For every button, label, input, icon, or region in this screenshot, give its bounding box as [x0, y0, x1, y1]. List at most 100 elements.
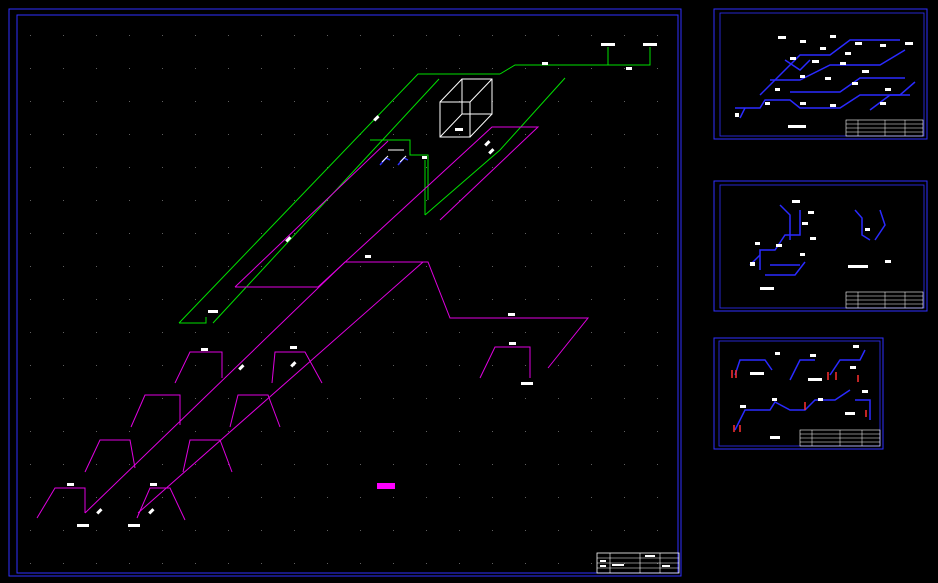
grid-dot — [492, 134, 493, 135]
grid-dot — [459, 35, 460, 36]
grid-dot — [558, 35, 559, 36]
grid-dot — [558, 332, 559, 333]
grid-dot — [360, 266, 361, 267]
grid-dot — [459, 68, 460, 69]
grid-dot — [624, 464, 625, 465]
grid-dot — [525, 134, 526, 135]
grid-dot — [129, 35, 130, 36]
grid-dot — [492, 398, 493, 399]
grid-dot — [195, 431, 196, 432]
grid-dot — [129, 365, 130, 366]
grid-dot — [195, 398, 196, 399]
grid-dot — [195, 68, 196, 69]
grid-dot — [393, 68, 394, 69]
grid-dot — [195, 299, 196, 300]
grid-dot — [525, 365, 526, 366]
grid-dot — [129, 332, 130, 333]
grid-dot — [195, 134, 196, 135]
grid-dot — [624, 497, 625, 498]
grid-dot — [129, 167, 130, 168]
grid-dot — [426, 233, 427, 234]
grid-dot — [228, 563, 229, 564]
grid-dot — [426, 134, 427, 135]
grid-dot — [261, 497, 262, 498]
grid-dot — [261, 35, 262, 36]
grid-dot — [558, 200, 559, 201]
grid-dot — [393, 167, 394, 168]
grid-dot — [96, 464, 97, 465]
grid-dot — [228, 35, 229, 36]
grid-dot — [327, 464, 328, 465]
grid-dot — [657, 299, 658, 300]
grid-dot — [195, 365, 196, 366]
grid-dot — [426, 101, 427, 102]
grid-dot — [195, 35, 196, 36]
grid-dot — [96, 266, 97, 267]
grid-dot — [162, 398, 163, 399]
grid-dot — [30, 167, 31, 168]
grid-dot — [129, 398, 130, 399]
grid-dot — [63, 299, 64, 300]
cad-model-space[interactable] — [0, 0, 938, 583]
grid-dot — [591, 464, 592, 465]
grid-dot — [393, 35, 394, 36]
grid-dot — [63, 563, 64, 564]
grid-dot — [30, 332, 31, 333]
grid-dot — [228, 233, 229, 234]
grid-dot — [63, 68, 64, 69]
pipe-label-tag — [643, 43, 657, 46]
grid-dot — [558, 398, 559, 399]
grid-dot — [63, 464, 64, 465]
drawing-title-tag — [377, 483, 395, 489]
grid-dot — [393, 233, 394, 234]
grid-dot — [96, 398, 97, 399]
grid-dot — [261, 167, 262, 168]
grid-dot — [195, 464, 196, 465]
grid-dot — [492, 431, 493, 432]
grid-dot — [96, 431, 97, 432]
grid-dot — [393, 497, 394, 498]
grid-dot — [360, 101, 361, 102]
grid-dot — [327, 365, 328, 366]
grid-dot — [525, 398, 526, 399]
grid-dot — [558, 365, 559, 366]
grid-dot — [624, 167, 625, 168]
grid-dot — [558, 563, 559, 564]
grid-dot — [492, 530, 493, 531]
grid-dot — [624, 68, 625, 69]
grid-dot — [63, 200, 64, 201]
grid-dot — [294, 530, 295, 531]
grid-dot — [30, 68, 31, 69]
grid-dot — [459, 233, 460, 234]
grid-dot — [327, 431, 328, 432]
grid-dot — [129, 299, 130, 300]
grid-dot — [162, 530, 163, 531]
grid-dot — [591, 431, 592, 432]
grid-dot — [657, 530, 658, 531]
grid-dot — [558, 464, 559, 465]
grid-dot — [558, 431, 559, 432]
grid-dot — [360, 233, 361, 234]
grid-dot — [30, 563, 31, 564]
grid-dot — [591, 332, 592, 333]
grid-dot — [63, 167, 64, 168]
grid-dot — [162, 365, 163, 366]
grid-dot — [327, 497, 328, 498]
grid-dot — [360, 365, 361, 366]
grid-dot — [657, 134, 658, 135]
grid-dot — [294, 233, 295, 234]
grid-dot — [657, 332, 658, 333]
grid-dot — [426, 332, 427, 333]
grid-dot — [96, 530, 97, 531]
grid-dot — [162, 299, 163, 300]
grid-dot — [195, 497, 196, 498]
grid-dot — [327, 233, 328, 234]
grid-dot — [129, 200, 130, 201]
grid-dot — [657, 200, 658, 201]
grid-dot — [294, 200, 295, 201]
grid-dot — [492, 266, 493, 267]
grid-dot — [525, 200, 526, 201]
grid-dot — [327, 530, 328, 531]
grid-dot — [129, 431, 130, 432]
pipe-label-tag — [542, 62, 548, 65]
